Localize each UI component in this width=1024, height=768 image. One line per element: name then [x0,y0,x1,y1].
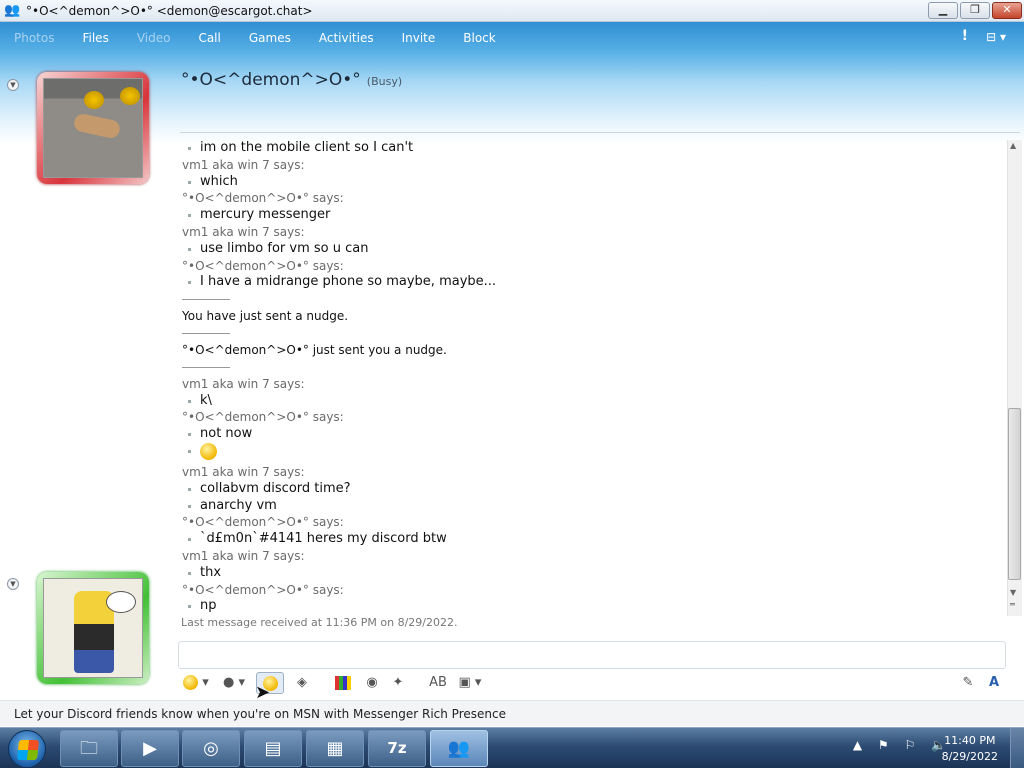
separator [182,291,1002,308]
text-mode-icon[interactable]: A [984,672,1004,694]
my-avatar-image [43,578,143,678]
header-divider [180,132,1020,133]
voice-clip-icon[interactable]: ◈ [292,672,312,694]
message-text: mercury messenger [182,207,1002,224]
message-sender: vm1 aka win 7 says: [182,224,305,239]
contact-status: (Busy) [366,75,403,88]
separator [182,325,1002,342]
message-text: thx [182,565,1002,582]
system-message: You have just sent a nudge. [182,309,349,324]
last-received-status: Last message received at 11:36 PM on 8/2… [181,616,458,629]
message-text: I have a midrange phone so maybe, maybe.… [182,274,1002,291]
explorer-icon[interactable]: 🗀 [60,730,118,767]
message-sender: °•O<^demon^>O•° says: [182,582,344,597]
show-desktop-button[interactable] [1010,728,1024,768]
background-icon[interactable] [333,672,353,694]
menu-photos: Photos [14,31,55,45]
options-menu-icon[interactable]: ⊟ ▾ [986,30,1006,44]
message-sender: vm1 aka win 7 says: [182,548,305,563]
menu-invite[interactable]: Invite [388,31,450,45]
menu-games[interactable]: Games [235,31,305,45]
contact-avatar[interactable] [37,72,149,184]
scroll-up-icon[interactable]: ▲ [1010,141,1016,150]
message-text: im on the mobile client so I can't [182,140,1002,157]
message-sender: vm1 aka win 7 says: [182,157,305,172]
window-controls: ▁ ❐ ✕ [928,2,1022,19]
window-title: °•O<^demon^>O•° <demon@escargot.chat> [26,3,313,18]
minimize-button[interactable]: ▁ [928,2,958,19]
message-sender: °•O<^demon^>O•° says: [182,191,344,206]
menu-files[interactable]: Files [68,31,122,45]
winks-menu-icon[interactable]: ● ▾ [220,672,248,694]
media-player-icon[interactable]: ▶ [121,730,179,767]
close-button[interactable]: ✕ [992,2,1022,19]
message-text: np [182,598,1002,615]
message-sender: °•O<^demon^>O•° says: [182,258,344,273]
7zip-icon[interactable]: 7z [368,730,426,767]
menu-video: Video [136,31,171,45]
message-sender: vm1 aka win 7 says: [182,464,305,479]
system-message: °•O<^demon^>O•° just sent you a nudge. [182,342,447,357]
menu-block[interactable]: Block [449,31,509,45]
contact-name-line: °•O<^demon^>O•° (Busy) [181,70,402,90]
send-files-icon[interactable]: ▣ ▾ [456,672,484,694]
messenger-buddy-icon: 👥 [4,2,21,18]
ad-line[interactable]: Let your Discord friends know when you'r… [0,700,1024,726]
collapse-my-avatar-icon[interactable]: ▼ [7,578,19,590]
my-avatar[interactable] [37,572,149,684]
message-emoticon [182,442,1002,464]
contact-avatar-image [43,78,143,178]
collapse-contact-avatar-icon[interactable]: ▼ [7,79,19,91]
remote-icon[interactable]: ▦ [306,730,364,767]
chrome-icon[interactable]: ◎ [182,730,240,767]
scrollbar-thumb[interactable] [1008,408,1021,580]
message-text: k\ [182,393,1002,410]
conversation-history[interactable]: im on the mobile client so I can't vm1 ak… [182,140,1002,636]
message-text: anarchy vm [182,498,1002,515]
games-icon[interactable]: ◉ [362,672,382,694]
windows-logo-icon [16,740,40,760]
messenger-icon[interactable]: 👥 [430,730,488,767]
activity-icon[interactable]: ✦ [388,672,408,694]
system-tray[interactable]: ▲ ⚑ ⚐ 🔈 [853,738,952,752]
notepad-icon[interactable]: ▤ [244,730,302,767]
font-icon[interactable]: AB [428,672,448,694]
message-text: collabvm discord time? [182,481,1002,498]
restore-button[interactable]: ❐ [960,2,990,19]
message-text: which [182,174,1002,191]
message-text: not now [182,426,1002,443]
message-sender: °•O<^demon^>O•° says: [182,410,344,425]
alert-icon[interactable]: ! [962,28,968,44]
message-input[interactable] [178,641,1006,669]
clock-date: 8/29/2022 [941,750,998,763]
title-bar: 👥 °•O<^demon^>O•° <demon@escargot.chat> … [0,0,1024,22]
message-sender: vm1 aka win 7 says: [182,376,305,391]
contact-name: °•O<^demon^>O•° [181,70,361,90]
taskbar: 🗀 ▶ ◎ ▤ ▦ 7z 👥 ▲ ⚑ ⚐ 🔈 11:40 PM 8/29/202… [0,727,1024,768]
message-text: use limbo for vm so u can [182,241,1002,258]
separator [182,359,1002,376]
scroll-down-icon[interactable]: ▼ [1010,588,1016,597]
scroll-bottom-icon[interactable]: ═ [1010,600,1015,609]
clock-time: 11:40 PM [944,734,996,747]
input-toolbar: ▾ ● ▾ ◈ ◉ ✦ AB ▣ ▾ ✎ A [178,670,1008,696]
menu-bar: Photos Files Video Call Games Activities… [0,22,1024,54]
tongue-emoticon-icon [200,442,217,460]
message-sender: °•O<^demon^>O•° says: [182,515,344,530]
message-text: `d£m0n`#4141 heres my discord btw [182,531,1002,548]
menu-call[interactable]: Call [184,31,234,45]
menu-activities[interactable]: Activities [305,31,388,45]
emoticon-menu-icon[interactable]: ▾ [182,672,210,694]
handwriting-icon[interactable]: ✎ [958,672,978,694]
clock[interactable]: 11:40 PM 8/29/2022 [942,733,998,765]
start-button[interactable] [8,730,46,768]
